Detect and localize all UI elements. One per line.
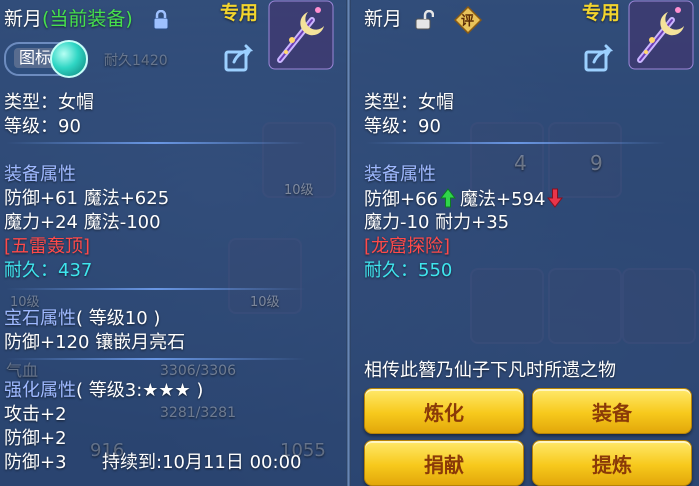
expiry-time: 持续到:10月11日 00:00 bbox=[102, 452, 302, 473]
attr-line: 防御+66 魔法+594 bbox=[364, 188, 564, 214]
item-name: 新月(当前装备) bbox=[4, 8, 133, 30]
type-line: 类型：女帽 bbox=[4, 92, 94, 113]
enhance-header-line: 强化属性( 等级3:★★★ ) bbox=[4, 380, 203, 402]
gem-level: ( 等级10 ) bbox=[76, 308, 161, 329]
equip-button[interactable]: 装备 bbox=[532, 388, 692, 434]
level-line: 等级：90 bbox=[364, 116, 441, 137]
divider bbox=[6, 142, 306, 144]
divider bbox=[6, 358, 306, 360]
share-icon[interactable] bbox=[224, 44, 256, 72]
gem-line: 防御+120 镶嵌月亮石 bbox=[4, 332, 186, 353]
special-skill: [五雷轰顶] bbox=[4, 236, 91, 257]
down-arrow-icon bbox=[547, 188, 564, 214]
enhance-line: 防御+2 bbox=[4, 428, 67, 449]
refine-button[interactable]: 炼化 bbox=[364, 388, 524, 434]
enhance-line: 攻击+2 bbox=[4, 404, 67, 425]
durability: 耐久：550 bbox=[364, 260, 452, 282]
divider bbox=[6, 288, 306, 290]
durability: 耐久：437 bbox=[4, 260, 92, 282]
attr-line: 魔力+24 魔法-100 bbox=[4, 212, 161, 233]
hairpin-icon bbox=[628, 0, 694, 70]
extract-button[interactable]: 提炼 bbox=[532, 440, 692, 486]
durability-label: 耐久： bbox=[4, 260, 58, 281]
bg-number: 4 bbox=[514, 151, 527, 175]
bg-hp-bar: 3306/3306 bbox=[160, 363, 236, 379]
share-icon[interactable] bbox=[584, 44, 616, 72]
durability-value: 437 bbox=[58, 260, 93, 281]
bg-level-label: 10级 bbox=[284, 183, 314, 198]
enhance-level: ( 等级3:★★★ ) bbox=[76, 380, 204, 401]
attr-header: 装备属性 bbox=[4, 164, 76, 185]
bg-number: 9 bbox=[590, 151, 603, 175]
exclusive-label: 专用 bbox=[582, 2, 621, 24]
item-name-text: 新月 bbox=[364, 8, 403, 30]
item-description: 相传此簪乃仙子下凡时所遗之物 bbox=[364, 360, 616, 381]
lock-icon[interactable] bbox=[152, 9, 170, 30]
evaluate-badge[interactable]: 评 bbox=[453, 5, 483, 35]
unlock-icon[interactable] bbox=[414, 9, 435, 30]
enhance-header: 强化属性 bbox=[4, 380, 76, 401]
item-name-text: 新月 bbox=[4, 8, 43, 30]
durability-label: 耐久： bbox=[364, 260, 418, 281]
equipped-status: (当前装备) bbox=[42, 8, 133, 30]
attr-magic: 魔法+594 bbox=[460, 189, 546, 210]
exclusive-label: 专用 bbox=[220, 2, 259, 24]
attr-line: 魔力-10 耐力+35 bbox=[364, 212, 510, 233]
gem-header: 宝石属性 bbox=[4, 308, 76, 329]
bg-qi-label: 气血 bbox=[6, 361, 39, 380]
attr-line: 防御+61 魔法+625 bbox=[4, 188, 170, 209]
divider bbox=[366, 142, 666, 144]
attr-header: 装备属性 bbox=[364, 164, 436, 185]
bg-level-label: 10级 bbox=[250, 295, 280, 310]
special-skill: [龙窟探险] bbox=[364, 236, 451, 257]
donate-button[interactable]: 捐献 bbox=[364, 440, 524, 486]
bg-durability: 耐久1420 bbox=[104, 53, 168, 69]
attr-defense: 防御+66 bbox=[364, 189, 438, 210]
icon-toggle-knob[interactable] bbox=[50, 40, 88, 78]
level-line: 等级：90 bbox=[4, 116, 81, 137]
hairpin-icon bbox=[268, 0, 334, 70]
up-arrow-icon bbox=[439, 188, 457, 214]
gem-header-line: 宝石属性( 等级10 ) bbox=[4, 308, 160, 330]
bg-mp-bar: 3281/3281 bbox=[160, 405, 236, 421]
evaluate-badge-label: 评 bbox=[461, 14, 475, 29]
type-line: 类型：女帽 bbox=[364, 92, 454, 113]
durability-value: 550 bbox=[418, 260, 453, 281]
enhance-line: 防御+3 bbox=[4, 452, 67, 473]
